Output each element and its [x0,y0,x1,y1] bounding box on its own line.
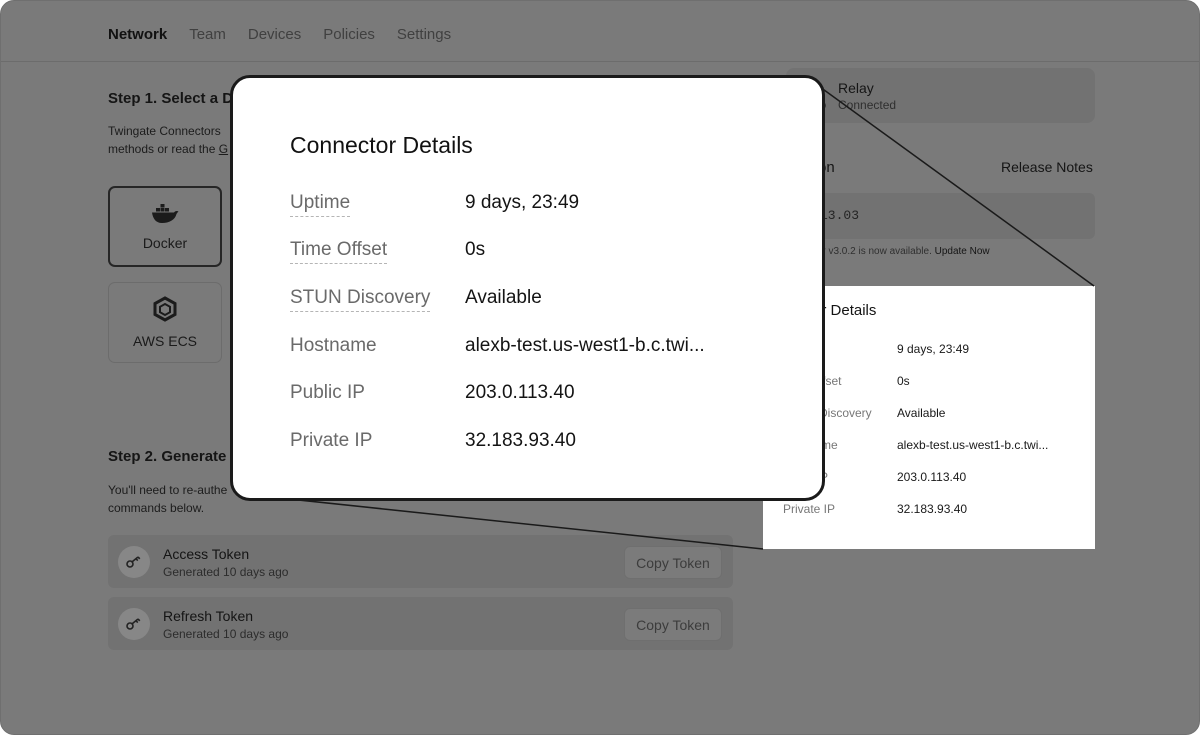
update-notice-text: ctor v3.0.2 is now available. [809,246,932,257]
step2-line2: commands below. [108,501,205,515]
detail-label[interactable]: Uptime [290,192,351,217]
update-notice: ctor v3.0.2 is now available. Update Now [809,246,990,257]
token-generated: Generated 10 days ago [163,627,289,641]
panel-row-label: Discovery [819,406,872,420]
step1-line2: methods or read the G [108,140,228,158]
copy-token-button[interactable]: Copy Token [624,546,722,579]
detail-row-stun: STUN Discovery Available [233,287,822,317]
step2-line1: You'll need to re-authe [108,483,228,497]
detail-value: 203.0.113.40 [465,382,575,403]
detail-label: Public IP [290,382,365,403]
release-notes-link[interactable]: Release Notes [1001,159,1093,175]
docker-icon [150,202,180,227]
step1-title: Step 1. Select a D [108,90,234,107]
step1-description: Twingate Connectors methods or read the … [108,122,228,158]
version-box: 13.03 [786,193,1095,239]
panel-row-label: Private IP [783,502,836,516]
method-card-docker[interactable]: Docker [108,186,222,267]
copy-token-button[interactable]: Copy Token [624,608,722,641]
connector-details-magnified: Connector Details Uptime 9 days, 23:49 Ti… [230,75,825,501]
detail-value: 32.183.93.40 [465,430,576,451]
detail-value: 0s [465,239,486,260]
step1-line2-text: methods or read the [108,142,219,156]
method-label-aws-ecs: AWS ECS [132,333,198,349]
tab-network[interactable]: Network [108,26,167,43]
detail-value: 9 days, 23:49 [465,192,580,213]
token-generated: Generated 10 days ago [163,565,289,579]
connector-details-title: Connector Details [290,132,473,158]
panel-row: Private IP 32.183.93.40 [763,502,1095,522]
detail-row-time-offset: Time Offset 0s [233,239,822,269]
relay-status: Connected [838,98,897,112]
key-icon [118,608,150,640]
panel-row-value: Available [897,406,946,420]
detail-row-private-ip: Private IP 32.183.93.40 [233,430,822,460]
step1-guide-link[interactable]: G [219,142,228,156]
token-row-access: Access Token Generated 10 days ago Copy … [108,535,733,588]
key-icon [118,546,150,578]
panel-row-value: alexb-test.us-west1-b.c.twi... [897,438,1049,452]
nav-divider [1,61,1199,62]
detail-label[interactable]: Time Offset [290,239,388,264]
detail-value: alexb-test.us-west1-b.c.twi... [465,335,705,356]
detail-label: Private IP [290,430,373,451]
step2-title: Step 2. Generate [108,448,227,465]
tab-policies[interactable]: Policies [323,26,375,43]
update-now-link[interactable]: Update Now [935,246,990,257]
detail-label[interactable]: STUN Discovery [290,287,431,312]
token-name: Access Token [163,546,250,562]
panel-row-value: 203.0.113.40 [897,470,967,484]
hexagon-icon [152,296,178,325]
method-card-aws-ecs[interactable]: AWS ECS [108,282,222,363]
step2-description: You'll need to re-authe commands below. [108,481,227,517]
step1-line1: Twingate Connectors [108,124,221,138]
top-nav: Network Team Devices Policies Settings [108,26,473,43]
panel-row-value: 32.183.93.40 [897,502,968,516]
tab-team[interactable]: Team [189,26,226,43]
detail-row-public-ip: Public IP 203.0.113.40 [233,382,822,412]
version-code: 13.03 [820,208,860,223]
tab-settings[interactable]: Settings [397,26,451,43]
token-name: Refresh Token [163,608,254,624]
app-window: Network Team Devices Policies Settings S… [0,0,1200,735]
detail-label: Hostname [290,335,377,356]
panel-row-value: 0s [897,374,910,388]
detail-value: Available [465,287,542,308]
relay-title: Relay [838,80,874,96]
token-row-refresh: Refresh Token Generated 10 days ago Copy… [108,597,733,650]
detail-row-hostname: Hostname alexb-test.us-west1-b.c.twi... [233,335,822,365]
method-label-docker: Docker [142,235,188,251]
relay-card: Relay Connected [786,68,1095,123]
tab-devices[interactable]: Devices [248,26,301,43]
detail-row-uptime: Uptime 9 days, 23:49 [233,192,822,222]
panel-row-value: 9 days, 23:49 [897,342,970,356]
